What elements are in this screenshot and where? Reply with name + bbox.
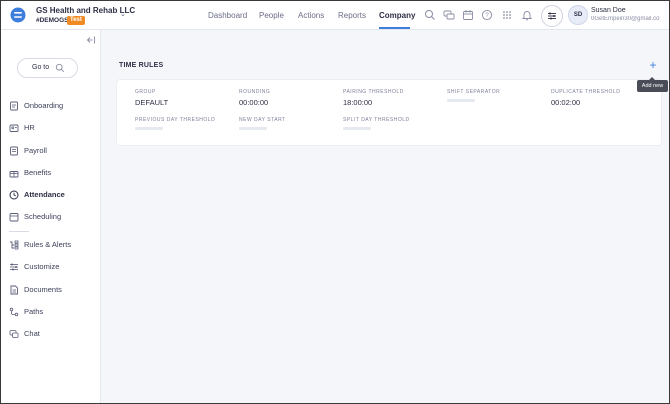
sidebar-item-label: Documents bbox=[24, 285, 62, 294]
add-new-button[interactable]: + bbox=[646, 59, 660, 73]
nav-actions[interactable]: Actions bbox=[298, 1, 324, 30]
company-code: #DEMOGS bbox=[36, 17, 69, 24]
sidebar-item-benefits[interactable]: Benefits bbox=[1, 164, 100, 182]
calendar-icon[interactable] bbox=[462, 9, 474, 21]
empty-value-placeholder bbox=[343, 127, 371, 130]
nav-dashboard[interactable]: Dashboard bbox=[208, 1, 247, 30]
sidebar-item-rules-alerts[interactable]: Rules & Alerts bbox=[1, 236, 100, 254]
field-label: PREVIOUS DAY THRESHOLD bbox=[135, 117, 216, 123]
time-rule-card[interactable]: GROUP DEFAULT ROUNDING 00:00:00 PAIRING … bbox=[117, 80, 661, 145]
field-shift-separator: SHIFT SEPARATOR bbox=[447, 89, 500, 102]
field-label: GROUP bbox=[135, 89, 156, 95]
search-icon[interactable] bbox=[424, 9, 436, 21]
bell-icon[interactable] bbox=[521, 9, 533, 21]
field-value: 00:00:00 bbox=[239, 98, 269, 107]
sidebar-item-label: Payroll bbox=[24, 146, 47, 155]
user-email: 0GetEmpein30@gmail.co bbox=[591, 16, 660, 22]
field-label: DUPLICATE THRESHOLD bbox=[551, 89, 621, 95]
field-duplicate-threshold: DUPLICATE THRESHOLD 00:02:00 bbox=[551, 89, 620, 107]
empty-value-placeholder bbox=[239, 127, 267, 130]
sliders-icon bbox=[548, 12, 556, 20]
field-group: GROUP DEFAULT bbox=[135, 89, 168, 107]
field-label: PAIRING THRESHOLD bbox=[343, 89, 404, 95]
sidebar-item-hr[interactable]: HR bbox=[1, 119, 100, 137]
chat-icon bbox=[9, 330, 19, 338]
avatar[interactable]: SD bbox=[568, 5, 588, 25]
chevron-down-icon[interactable]: ⌄ bbox=[120, 10, 126, 18]
sidebar-item-paths[interactable]: Paths bbox=[1, 303, 100, 321]
settings-sliders-button[interactable] bbox=[541, 5, 563, 27]
svg-text:?: ? bbox=[485, 13, 489, 19]
documents-icon bbox=[10, 285, 18, 295]
empty-value-placeholder bbox=[447, 99, 475, 102]
nav-reports[interactable]: Reports bbox=[338, 1, 366, 30]
messages-icon[interactable] bbox=[443, 9, 455, 21]
field-value: 18:00:00 bbox=[343, 98, 373, 107]
sidebar-item-customize[interactable]: Customize bbox=[1, 258, 100, 276]
apps-grid-icon[interactable] bbox=[501, 9, 513, 21]
onboarding-icon bbox=[10, 101, 18, 111]
test-badge: Test bbox=[67, 16, 85, 25]
benefits-icon bbox=[9, 171, 19, 178]
sidebar-item-chat[interactable]: Chat bbox=[1, 325, 100, 343]
add-new-tooltip: Add new bbox=[637, 77, 668, 92]
sidebar-item-scheduling[interactable]: Scheduling bbox=[1, 208, 100, 226]
field-pairing-threshold: PAIRING THRESHOLD 18:00:00 bbox=[343, 89, 404, 107]
sidebar: Go to Onboarding HR Payroll Benefits Att… bbox=[1, 30, 101, 403]
sidebar-item-label: Scheduling bbox=[24, 212, 62, 221]
customize-icon bbox=[10, 263, 18, 271]
field-previous-day-threshold: PREVIOUS DAY THRESHOLD bbox=[135, 117, 215, 130]
goto-button[interactable]: Go to bbox=[17, 58, 78, 78]
sidebar-item-label: Rules & Alerts bbox=[24, 240, 72, 249]
nav-company[interactable]: Company bbox=[379, 1, 415, 30]
sidebar-item-label: Attendance bbox=[24, 190, 65, 199]
goto-label: Go to bbox=[32, 64, 50, 71]
scheduling-icon bbox=[9, 213, 19, 222]
empty-value-placeholder bbox=[135, 127, 163, 130]
sidebar-item-payroll[interactable]: Payroll bbox=[1, 142, 100, 160]
rules-icon bbox=[10, 240, 19, 250]
sidebar-item-documents[interactable]: Documents bbox=[1, 281, 100, 299]
sidebar-divider bbox=[9, 231, 29, 232]
field-value: 00:02:00 bbox=[551, 98, 581, 107]
sidebar-item-attendance[interactable]: Attendance bbox=[1, 186, 100, 204]
sidebar-item-label: Benefits bbox=[24, 168, 52, 177]
active-nav-indicator bbox=[379, 27, 410, 29]
help-icon[interactable]: ? bbox=[481, 9, 493, 21]
sidebar-item-label: Onboarding bbox=[24, 101, 64, 110]
page-title: TIME RULES bbox=[119, 62, 164, 69]
field-new-day-start: NEW DAY START bbox=[239, 117, 286, 130]
sidebar-item-label: Customize bbox=[24, 262, 60, 271]
user-name[interactable]: Susan Doe bbox=[591, 7, 626, 14]
sidebar-item-onboarding[interactable]: Onboarding bbox=[1, 97, 100, 115]
payroll-icon bbox=[10, 146, 18, 156]
company-logo-icon[interactable] bbox=[10, 7, 26, 23]
field-rounding: ROUNDING 00:00:00 bbox=[239, 89, 270, 107]
sidebar-item-label: HR bbox=[24, 123, 35, 132]
search-icon bbox=[55, 63, 65, 73]
collapse-sidebar-icon[interactable] bbox=[86, 35, 96, 45]
nav-people[interactable]: People bbox=[259, 1, 284, 30]
paths-icon bbox=[9, 307, 19, 317]
sidebar-item-label: Paths bbox=[24, 307, 44, 316]
field-value: DEFAULT bbox=[135, 98, 169, 107]
hr-icon bbox=[9, 124, 19, 132]
field-label: SHIFT SEPARATOR bbox=[447, 89, 501, 95]
attendance-icon bbox=[9, 190, 19, 200]
field-label: NEW DAY START bbox=[239, 117, 286, 123]
top-bar: GS Health and Rehab LLC #DEMOGS Test ⌄ D… bbox=[1, 1, 669, 30]
sidebar-item-label: Chat bbox=[24, 329, 40, 338]
field-split-day-threshold: SPLIT DAY THRESHOLD bbox=[343, 117, 410, 130]
field-label: ROUNDING bbox=[239, 89, 271, 95]
field-label: SPLIT DAY THRESHOLD bbox=[343, 117, 410, 123]
